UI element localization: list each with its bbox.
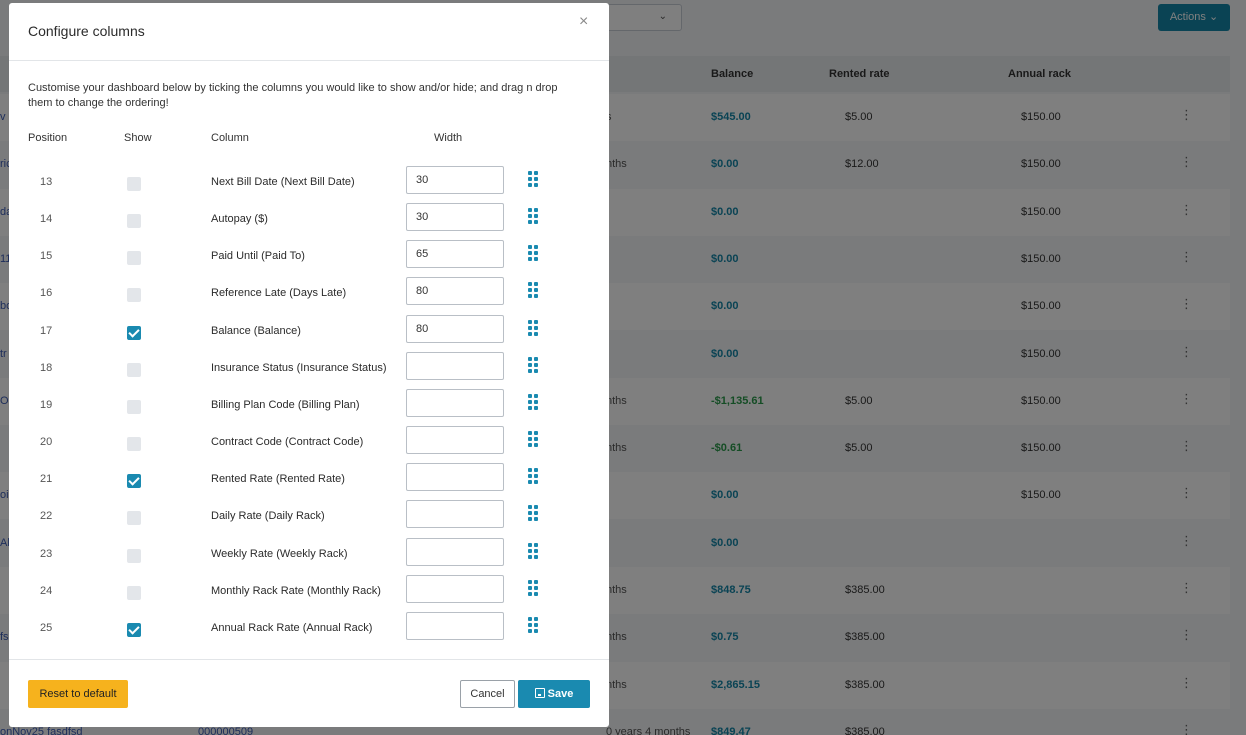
show-checkbox[interactable] <box>127 437 141 452</box>
column-name: Weekly Rate (Weekly Rack) <box>211 547 348 560</box>
column-config-row[interactable]: 24 Monthly Rack Rate (Monthly Rack) <box>9 574 609 612</box>
column-config-row[interactable]: 13 Next Bill Date (Next Bill Date) <box>9 166 609 203</box>
save-icon <box>534 688 545 698</box>
show-checkbox[interactable] <box>127 548 141 563</box>
row-position: 24 <box>40 584 53 597</box>
close-icon[interactable]: × <box>579 13 588 31</box>
column-config-row[interactable]: 19 Billing Plan Code (Billing Plan) <box>9 388 609 426</box>
column-name: Reference Late (Days Late) <box>211 287 347 300</box>
column-name: Autopay ($) <box>211 213 268 226</box>
column-config-row[interactable]: 20 Contract Code (Contract Code) <box>9 426 609 463</box>
drag-handle-icon[interactable] <box>528 393 540 410</box>
drag-handle-icon[interactable] <box>528 616 540 633</box>
width-input[interactable] <box>406 426 504 455</box>
column-name: Contract Code (Contract Code) <box>211 436 364 449</box>
show-checkbox[interactable] <box>127 511 141 526</box>
reset-to-default-button[interactable]: Reset to default <box>28 680 128 708</box>
row-position: 13 <box>40 176 53 188</box>
show-checkbox[interactable] <box>127 288 141 303</box>
column-name: Insurance Status (Insurance Status) <box>211 361 387 374</box>
header-show: Show <box>124 132 152 144</box>
show-checkbox[interactable] <box>127 251 141 266</box>
row-position: 17 <box>40 324 53 337</box>
row-position: 15 <box>40 250 53 263</box>
column-config-row[interactable]: 15 Paid Until (Paid To) <box>9 240 609 277</box>
column-name: Paid Until (Paid To) <box>211 250 305 263</box>
row-position: 18 <box>40 361 53 374</box>
width-input[interactable] <box>406 166 504 194</box>
save-label: Save <box>547 688 574 700</box>
row-position: 16 <box>40 287 53 300</box>
width-input[interactable] <box>406 611 504 640</box>
modal-title: Configure columns <box>28 23 145 39</box>
drag-handle-icon[interactable] <box>528 282 540 299</box>
modal-footer: Reset to default Cancel Save <box>9 659 609 727</box>
drag-handle-icon[interactable] <box>528 208 540 225</box>
width-input[interactable] <box>406 203 504 232</box>
drag-handle-icon[interactable] <box>528 468 540 485</box>
show-checkbox[interactable] <box>127 622 141 637</box>
column-config-row[interactable]: 21 Rented Rate (Rented Rate) <box>9 463 609 500</box>
show-checkbox[interactable] <box>127 585 141 600</box>
drag-handle-icon[interactable] <box>528 579 540 596</box>
width-input[interactable] <box>406 277 504 306</box>
column-name: Next Bill Date (Next Bill Date) <box>211 176 355 188</box>
column-name: Daily Rate (Daily Rack) <box>211 510 325 523</box>
row-position: 25 <box>40 621 53 634</box>
drag-handle-icon[interactable] <box>528 245 540 262</box>
column-config-row[interactable]: 22 Daily Rate (Daily Rack) <box>9 500 609 537</box>
column-config-row[interactable]: 25 Annual Rack Rate (Annual Rack) <box>9 611 609 649</box>
row-position: 19 <box>40 398 53 411</box>
save-button[interactable]: Save <box>518 680 590 708</box>
row-position: 22 <box>40 510 53 523</box>
modal-header: Configure columns × <box>9 3 609 61</box>
column-config-row[interactable]: 16 Reference Late (Days Late) <box>9 277 609 314</box>
column-name: Billing Plan Code (Billing Plan) <box>211 398 360 411</box>
column-name: Monthly Rack Rate (Monthly Rack) <box>211 584 381 597</box>
show-checkbox[interactable] <box>127 474 141 489</box>
column-name: Annual Rack Rate (Annual Rack) <box>211 621 373 634</box>
configure-columns-modal: Configure columns × Customise your dashb… <box>9 3 609 727</box>
row-position: 21 <box>40 473 53 486</box>
header-column: Column <box>211 132 249 144</box>
column-name: Rented Rate (Rented Rate) <box>211 473 345 486</box>
column-name: Balance (Balance) <box>211 324 301 337</box>
drag-handle-icon[interactable] <box>528 542 540 559</box>
width-input[interactable] <box>406 574 504 603</box>
cancel-button[interactable]: Cancel <box>460 680 515 708</box>
header-width: Width <box>434 132 463 144</box>
show-checkbox[interactable] <box>127 362 141 377</box>
width-input[interactable] <box>406 314 504 343</box>
column-config-row[interactable]: 18 Insurance Status (Insurance Status) <box>9 351 609 389</box>
row-position: 23 <box>40 547 53 560</box>
show-checkbox[interactable] <box>127 214 141 229</box>
drag-handle-icon[interactable] <box>528 505 540 522</box>
drag-handle-icon[interactable] <box>528 171 540 187</box>
modal-intro-text: Customise your dashboard below by tickin… <box>28 82 558 109</box>
column-config-row[interactable]: 23 Weekly Rate (Weekly Rack) <box>9 537 609 575</box>
width-input[interactable] <box>406 500 504 529</box>
column-config-row[interactable]: 14 Autopay ($) <box>9 203 609 240</box>
drag-handle-icon[interactable] <box>528 356 540 373</box>
width-input[interactable] <box>406 463 504 492</box>
row-position: 20 <box>40 436 53 449</box>
width-input[interactable] <box>406 388 504 417</box>
width-input[interactable] <box>406 537 504 566</box>
row-position: 14 <box>40 213 53 226</box>
show-checkbox[interactable] <box>127 177 141 191</box>
show-checkbox[interactable] <box>127 399 141 414</box>
width-input[interactable] <box>406 351 504 380</box>
drag-handle-icon[interactable] <box>528 319 540 336</box>
header-position: Position <box>28 132 68 144</box>
width-input[interactable] <box>406 240 504 269</box>
drag-handle-icon[interactable] <box>528 431 540 448</box>
show-checkbox[interactable] <box>127 325 141 340</box>
column-config-row[interactable]: 17 Balance (Balance) <box>9 314 609 352</box>
